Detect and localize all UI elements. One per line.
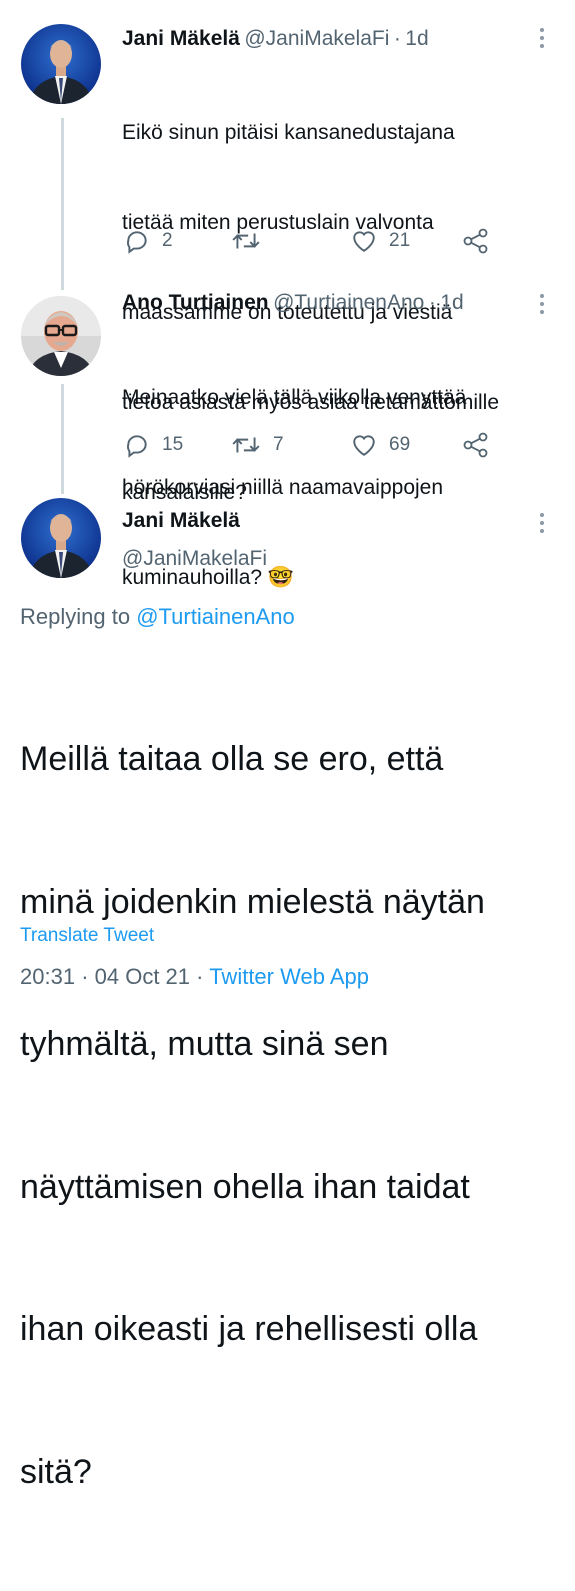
tweet-text: Meillä taitaa olla se ero, että minä joi… [20, 641, 485, 1591]
thread-line-1 [61, 118, 64, 290]
tweet-source[interactable]: Twitter Web App [209, 964, 369, 989]
tweet-age[interactable]: 1d [440, 291, 463, 314]
reply-count: 2 [162, 230, 173, 251]
replying-label: Replying to [20, 604, 131, 629]
author-name[interactable]: Jani Mäkelä [122, 27, 240, 50]
share-button[interactable] [462, 432, 490, 458]
heart-icon [353, 231, 375, 252]
share-icon [463, 228, 488, 254]
author-name[interactable]: Ano Turtiainen [122, 291, 269, 314]
avatar-jani[interactable] [21, 498, 101, 578]
like-button[interactable]: 69 [351, 433, 410, 457]
tweet-line: näyttämisen ohella ihan taidat [20, 1167, 470, 1206]
replying-to-link[interactable]: @TurtiainenAno [136, 604, 295, 629]
more-icon[interactable] [539, 513, 545, 537]
share-icon [463, 432, 488, 458]
thread-line-2 [61, 384, 64, 494]
like-count: 21 [389, 230, 411, 251]
separator: · [393, 27, 401, 50]
retweet-button[interactable] [231, 228, 273, 254]
tweet-age[interactable]: 1d [405, 27, 428, 50]
separator: · [428, 291, 436, 314]
tweet-line: Eikö sinun pitäisi kansanedustajana [122, 121, 455, 144]
tweet-line: Meinaatko vielä tällä viikolla venyttää [122, 386, 467, 409]
reply-icon [127, 435, 147, 458]
separator: · [81, 964, 89, 989]
separator: · [196, 964, 204, 989]
more-icon[interactable] [539, 28, 545, 52]
author-handle[interactable]: @JaniMakelaFi [122, 547, 267, 571]
reply-icon [127, 231, 147, 254]
tweet-line: tietää miten perustuslain valvonta [122, 211, 434, 234]
tweet-date[interactable]: 04 Oct 21 [95, 964, 190, 989]
author-name[interactable]: Jani Mäkelä [122, 509, 240, 533]
tweet-line: hörökorviasi niillä naamavaippojen [122, 476, 444, 499]
heart-icon [353, 435, 375, 456]
tweet-line: sitä? [20, 1452, 92, 1491]
avatar-ano[interactable] [21, 296, 101, 376]
avatar-jani[interactable] [21, 24, 101, 104]
share-button[interactable] [462, 228, 490, 254]
reply-button[interactable]: 15 [124, 432, 183, 458]
tweet-line: Meillä taitaa olla se ero, että [20, 740, 444, 778]
retweet-count: 7 [273, 434, 284, 455]
like-button[interactable]: 21 [351, 229, 410, 253]
translate-tweet-link[interactable]: Translate Tweet [20, 925, 154, 947]
retweet-button[interactable]: 7 [231, 432, 284, 458]
author-handle[interactable]: @JaniMakelaFi [244, 27, 389, 50]
retweet-icon [232, 233, 260, 249]
retweet-icon [232, 437, 260, 453]
reply-count: 15 [162, 434, 184, 455]
like-count: 69 [389, 434, 411, 455]
tweet-time[interactable]: 20:31 [20, 964, 75, 989]
author-handle[interactable]: @TurtiainenAno [273, 291, 424, 314]
more-icon[interactable] [539, 294, 545, 318]
tweet-line: tyhmältä, mutta sinä sen [20, 1025, 389, 1063]
tweet-line: ihan oikeasti ja rehellisesti olla [20, 1310, 478, 1348]
tweet-line: minä joidenkin mielestä näytän [20, 882, 485, 921]
reply-button[interactable]: 2 [124, 228, 173, 254]
